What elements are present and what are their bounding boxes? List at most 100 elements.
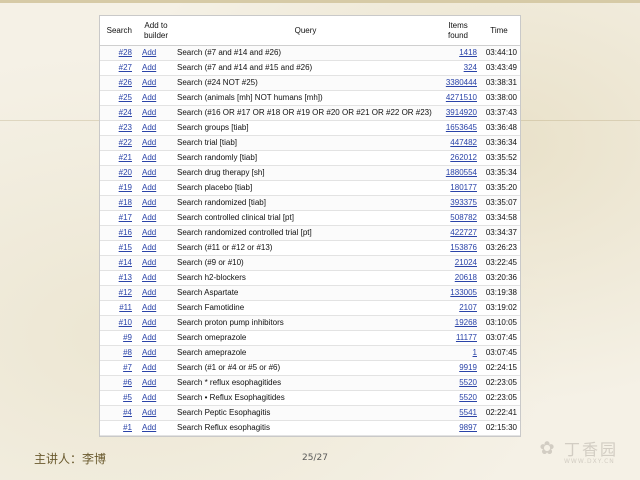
add-to-builder-link[interactable]: Add	[142, 78, 156, 87]
search-number-link[interactable]: #23	[119, 123, 132, 132]
add-to-builder-link[interactable]: Add	[142, 198, 156, 207]
header-query: Query	[174, 16, 437, 46]
search-number-link[interactable]: #5	[123, 393, 132, 402]
time-cell: 03:26:23	[479, 240, 520, 256]
items-found-link[interactable]: 5541	[459, 408, 477, 417]
add-to-builder-link[interactable]: Add	[142, 363, 156, 372]
time-cell: 02:23:05	[479, 390, 520, 406]
search-number-link[interactable]: #12	[119, 288, 132, 297]
add-to-builder-link[interactable]: Add	[142, 408, 156, 417]
items-found-link[interactable]: 2107	[459, 303, 477, 312]
items-found-link[interactable]: 11177	[456, 333, 477, 342]
items-found-link[interactable]: 133005	[450, 288, 477, 297]
items-found-link[interactable]: 5520	[459, 378, 477, 387]
add-to-builder-link[interactable]: Add	[142, 123, 156, 132]
items-found-link[interactable]: 3914920	[446, 108, 477, 117]
query-cell: Search randomly [tiab]	[174, 150, 437, 166]
search-number-link[interactable]: #8	[123, 348, 132, 357]
search-number-cell: #7	[100, 360, 138, 376]
add-to-builder-link[interactable]: Add	[142, 393, 156, 402]
search-number-link[interactable]: #1	[123, 423, 132, 432]
search-number-link[interactable]: #26	[119, 78, 132, 87]
items-found-link[interactable]: 508782	[450, 213, 477, 222]
search-number-link[interactable]: #20	[119, 168, 132, 177]
page-number: 25/27	[302, 453, 328, 463]
items-found-link[interactable]: 180177	[450, 183, 477, 192]
add-to-builder-link[interactable]: Add	[142, 138, 156, 147]
add-to-builder-link[interactable]: Add	[142, 348, 156, 357]
add-to-builder-link[interactable]: Add	[142, 303, 156, 312]
add-to-builder-link[interactable]: Add	[142, 153, 156, 162]
search-number-link[interactable]: #4	[123, 408, 132, 417]
search-number-link[interactable]: #16	[119, 228, 132, 237]
add-to-builder-link[interactable]: Add	[142, 63, 156, 72]
search-number-cell: #1	[100, 420, 138, 436]
add-cell: Add	[138, 75, 174, 91]
table-row: #1 Add Search Reflux esophagitis 9897 02:15:…	[100, 420, 520, 436]
items-found-link[interactable]: 9919	[459, 363, 477, 372]
add-to-builder-link[interactable]: Add	[142, 258, 156, 267]
search-number-link[interactable]: #13	[119, 273, 132, 282]
search-number-link[interactable]: #27	[119, 63, 132, 72]
items-found-link[interactable]: 1653645	[446, 123, 477, 132]
table-row: #17 Add Search controlled clinical trial […	[100, 210, 520, 226]
items-found-link[interactable]: 447482	[450, 138, 477, 147]
items-found-link[interactable]: 9897	[459, 423, 477, 432]
time-cell: 03:35:20	[479, 180, 520, 196]
items-found-cell: 20618	[437, 270, 479, 286]
items-found-link[interactable]: 262012	[450, 153, 477, 162]
items-found-link[interactable]: 324	[464, 63, 477, 72]
search-number-link[interactable]: #6	[123, 378, 132, 387]
search-number-link[interactable]: #19	[119, 183, 132, 192]
add-to-builder-link[interactable]: Add	[142, 48, 156, 57]
add-to-builder-link[interactable]: Add	[142, 168, 156, 177]
items-found-link[interactable]: 19268	[455, 318, 477, 327]
items-found-link[interactable]: 3380444	[446, 78, 477, 87]
query-cell: Search (#1 or #4 or #5 or #6)	[174, 360, 437, 376]
add-to-builder-link[interactable]: Add	[142, 183, 156, 192]
search-number-link[interactable]: #18	[119, 198, 132, 207]
table-row: #27 Add Search (#7 and #14 and #15 and #26…	[100, 60, 520, 76]
add-to-builder-link[interactable]: Add	[142, 423, 156, 432]
items-found-link[interactable]: 21024	[455, 258, 477, 267]
search-number-link[interactable]: #21	[119, 153, 132, 162]
search-number-cell: #23	[100, 120, 138, 136]
add-to-builder-link[interactable]: Add	[142, 273, 156, 282]
items-found-link[interactable]: 1418	[459, 48, 477, 57]
items-found-link[interactable]: 153876	[450, 243, 477, 252]
table-row: #4 Add Search Peptic Esophagitis 5541 02:22:…	[100, 405, 520, 421]
add-to-builder-link[interactable]: Add	[142, 318, 156, 327]
search-number-link[interactable]: #14	[119, 258, 132, 267]
add-to-builder-link[interactable]: Add	[142, 243, 156, 252]
add-to-builder-link[interactable]: Add	[142, 108, 156, 117]
items-found-cell: 262012	[437, 150, 479, 166]
search-number-cell: #9	[100, 330, 138, 346]
add-to-builder-link[interactable]: Add	[142, 228, 156, 237]
search-number-link[interactable]: #17	[119, 213, 132, 222]
items-found-link[interactable]: 1	[473, 348, 477, 357]
search-number-link[interactable]: #22	[119, 138, 132, 147]
add-cell: Add	[138, 330, 174, 346]
items-found-link[interactable]: 4271510	[446, 93, 477, 102]
search-number-link[interactable]: #24	[119, 108, 132, 117]
search-number-link[interactable]: #10	[119, 318, 132, 327]
items-found-cell: 4271510	[437, 90, 479, 106]
search-number-link[interactable]: #11	[119, 303, 132, 312]
search-number-link[interactable]: #15	[119, 243, 132, 252]
items-found-link[interactable]: 393375	[450, 198, 477, 207]
items-found-link[interactable]: 422727	[450, 228, 477, 237]
add-to-builder-link[interactable]: Add	[142, 93, 156, 102]
add-to-builder-link[interactable]: Add	[142, 378, 156, 387]
search-number-link[interactable]: #25	[119, 93, 132, 102]
items-found-cell: 1418	[437, 45, 479, 61]
search-number-cell: #22	[100, 135, 138, 151]
add-to-builder-link[interactable]: Add	[142, 333, 156, 342]
items-found-link[interactable]: 20618	[455, 273, 477, 282]
search-number-link[interactable]: #9	[123, 333, 132, 342]
items-found-link[interactable]: 1880554	[446, 168, 477, 177]
add-to-builder-link[interactable]: Add	[142, 288, 156, 297]
search-number-link[interactable]: #7	[123, 363, 132, 372]
add-to-builder-link[interactable]: Add	[142, 213, 156, 222]
search-number-link[interactable]: #28	[119, 48, 132, 57]
items-found-link[interactable]: 5520	[459, 393, 477, 402]
